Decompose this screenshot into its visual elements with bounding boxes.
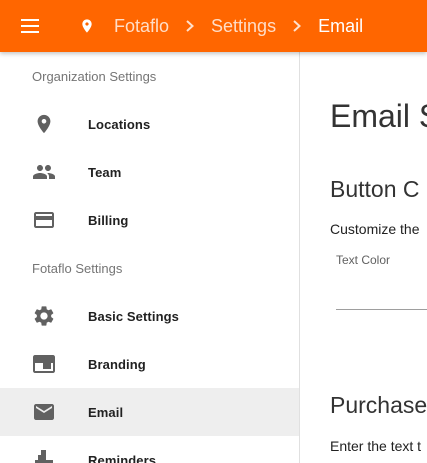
sidebar-item-label: Basic Settings [88, 308, 179, 324]
chevron-right-icon [276, 14, 318, 38]
reminders-icon [32, 448, 56, 463]
breadcrumb-email: Email [318, 15, 364, 36]
branding-icon [32, 352, 56, 376]
sidebar-item-label: Email [88, 404, 124, 420]
button-section-description: Customize the [330, 221, 420, 237]
purchase-section-title: Purchase [330, 392, 427, 418]
sidebar-item-label: Reminders [88, 452, 157, 463]
sidebar-item-label: Team [88, 164, 122, 180]
button-section-title: Button C [330, 176, 420, 202]
chevron-right-icon [169, 14, 211, 38]
people-icon [32, 160, 56, 184]
location-pin-icon [32, 112, 56, 136]
email-settings-panel: Email S Button C Customize the Text Colo… [301, 52, 427, 463]
sidebar-section-heading: Organization Settings [32, 68, 157, 84]
sidebar-item-billing[interactable]: Billing [0, 196, 299, 244]
sidebar-item-basic-settings[interactable]: Basic Settings [0, 292, 299, 340]
text-color-label: Text Color [336, 253, 391, 267]
sidebar-item-label: Billing [88, 212, 129, 228]
menu-icon [21, 19, 39, 33]
menu-button[interactable] [0, 0, 60, 52]
location-pin-icon [77, 14, 97, 38]
sidebar-item-reminders[interactable]: Reminders [0, 436, 299, 463]
sidebar-item-label: Locations [88, 116, 151, 132]
sidebar-item-label: Branding [88, 356, 146, 372]
sidebar-item-branding[interactable]: Branding [0, 340, 299, 388]
breadcrumb-settings[interactable]: Settings [211, 16, 276, 37]
sidebar-section-heading: Fotaflo Settings [32, 260, 123, 276]
page-title: Email S [330, 98, 427, 134]
sidebar-item-team[interactable]: Team [0, 148, 299, 196]
sidebar-item-email[interactable]: Email [0, 388, 299, 436]
purchase-section-description: Enter the text t [330, 438, 422, 454]
envelope-icon [32, 400, 56, 424]
breadcrumb-fotaflo[interactable]: Fotaflo [114, 16, 169, 37]
top-app-bar: Fotaflo Settings Email [0, 0, 427, 52]
breadcrumb: Fotaflo Settings Email [60, 0, 363, 52]
sidebar-item-locations[interactable]: Locations [0, 100, 299, 148]
credit-card-icon [32, 208, 56, 232]
gear-icon [32, 304, 56, 328]
settings-sidebar: Organization Settings Locations Team Bil… [0, 52, 300, 463]
text-color-input[interactable] [336, 274, 427, 310]
